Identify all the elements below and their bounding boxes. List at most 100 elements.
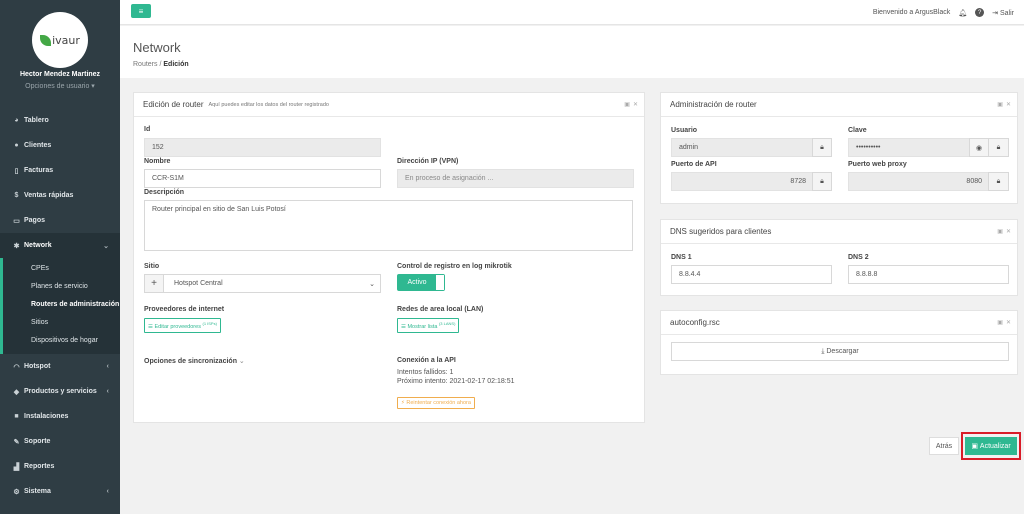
- retry-connection-label: Reintentar conexión ahora: [406, 400, 471, 406]
- close-icon[interactable]: ✕: [1006, 319, 1011, 326]
- description-label: Descripción: [144, 189, 185, 196]
- leaf-icon: [40, 34, 52, 46]
- eye-icon[interactable]: ◉: [969, 138, 989, 157]
- retry-connection-button[interactable]: ⚡︎ Reintentar conexión ahora: [397, 397, 475, 409]
- breadcrumb-routers[interactable]: Routers: [133, 61, 158, 68]
- page-header: Network Routers / Edición: [120, 26, 1024, 78]
- sidebar-item-hotspot[interactable]: ◠ Hotspot ‹: [0, 354, 120, 379]
- log-control-label: Control de registro en log mikrotik: [397, 263, 512, 270]
- logo: ivaur: [32, 12, 88, 68]
- show-lan-list-button[interactable]: ☰ Mostrar lista (3 LANS): [397, 318, 460, 333]
- breadcrumb-current: Edición: [163, 61, 189, 68]
- name-field[interactable]: CCR-S1M: [144, 169, 381, 188]
- logo-text: ivaur: [52, 33, 80, 47]
- lan-label: Redes de area local (LAN): [397, 306, 484, 313]
- bell-icon[interactable]: 🔔︎: [958, 9, 967, 17]
- close-icon[interactable]: ✕: [1006, 101, 1011, 108]
- panel-tools: ▣ ✕: [997, 319, 1011, 326]
- save-icon[interactable]: ▣: [624, 101, 630, 108]
- sidebar-item-productos[interactable]: ◆ Productos y servicios ‹: [0, 379, 120, 404]
- update-button[interactable]: ▣ Actualizar: [965, 437, 1017, 455]
- sidebar-item-ventas[interactable]: $ Ventas rápidas: [0, 183, 120, 208]
- panel-tools: ▣ ✕: [997, 101, 1011, 108]
- user-name: Hector Mendez Martinez: [19, 71, 101, 78]
- back-button[interactable]: Atrás: [929, 437, 959, 455]
- add-site-button[interactable]: +: [144, 274, 164, 293]
- user-label: Usuario: [671, 127, 698, 134]
- dns1-label: DNS 1: [671, 254, 692, 261]
- sidebar-item-network[interactable]: ✱ Network ⌄: [0, 233, 120, 258]
- download-label: Descargar: [826, 348, 859, 355]
- site-select-value: Hotspot Central: [174, 280, 223, 287]
- panel-title: DNS sugeridos para clientes: [670, 227, 772, 236]
- bolt-icon: ⚡︎: [401, 400, 405, 406]
- sidebar-item-tablero[interactable]: ◕ Tablero: [0, 108, 120, 133]
- sidebar-item-instalaciones[interactable]: ■ Instalaciones: [0, 404, 120, 429]
- sidebar-subitem-dispositivos[interactable]: Dispositivos de hogar: [3, 332, 120, 350]
- save-icon[interactable]: ▣: [997, 319, 1003, 326]
- menu-toggle-button[interactable]: ≡: [131, 4, 151, 18]
- panel-tools: ▣ ✕: [997, 228, 1011, 235]
- money-icon: ▭: [13, 217, 20, 225]
- sidebar-subitem-planes[interactable]: Planes de servicio: [3, 278, 120, 296]
- download-button[interactable]: ⤓ Descargar: [671, 342, 1009, 361]
- ip-field: En proceso de asignación ...: [397, 169, 634, 188]
- lock-icon: 🔒︎: [812, 172, 832, 191]
- chevron-down-icon: ⌄: [369, 280, 375, 288]
- file-icon: ▯: [14, 167, 19, 175]
- sidebar-item-label: Hotspot: [24, 363, 51, 370]
- api-next-attempt: Próximo intento: 2021-02-17 02:18:51: [397, 378, 515, 385]
- sidebar-item-facturas[interactable]: ▯ Facturas: [0, 158, 120, 183]
- help-icon[interactable]: ?: [975, 8, 985, 17]
- chevron-down-icon: ⌄: [103, 242, 109, 250]
- dollar-icon: $: [14, 192, 19, 199]
- edit-providers-button[interactable]: ☰ Editar proveedores (1 ISPs): [144, 318, 221, 333]
- sidebar-item-reportes[interactable]: ▟ Reportes: [0, 454, 120, 479]
- ip-label: Dirección IP (VPN): [397, 158, 459, 165]
- close-icon[interactable]: ✕: [1006, 228, 1011, 235]
- panel-subtitle: Aquí puedes editar los datos del router …: [208, 101, 329, 108]
- sidebar-item-label: Reportes: [24, 463, 55, 470]
- sidebar-item-clientes[interactable]: ● Clientes: [0, 133, 120, 158]
- panel-header: autoconfig.rsc ▣ ✕: [661, 311, 1017, 335]
- panel-tools: ▣ ✕: [624, 101, 638, 108]
- sidebar-subitem-routers[interactable]: Routers de administración: [3, 296, 120, 314]
- dns-panel: DNS sugeridos para clientes ▣ ✕: [660, 219, 1018, 296]
- sidebar-subitem-cpes[interactable]: CPEs: [3, 260, 120, 278]
- logout-icon: ⇥: [992, 9, 999, 17]
- edit-providers-label: Editar proveedores: [154, 323, 201, 330]
- plus-icon: +: [151, 278, 157, 289]
- cube-icon: ◆: [13, 388, 20, 396]
- chevron-left-icon: ‹: [106, 363, 109, 370]
- download-icon: ⤓: [821, 347, 825, 355]
- site-select[interactable]: Hotspot Central ⌄: [163, 274, 381, 293]
- dns2-field[interactable]: 8.8.8.8: [848, 265, 1009, 284]
- log-toggle[interactable]: Activo: [397, 274, 445, 291]
- logout-link[interactable]: ⇥ Salir: [992, 9, 1014, 17]
- sidebar-nav: ◕ Tablero ● Clientes ▯ Facturas $ Ventas ráp…: [0, 108, 120, 504]
- sidebar-item-sistema[interactable]: ⚙ Sistema ‹: [0, 479, 120, 504]
- list-icon: ☰: [401, 323, 406, 330]
- toggle-knob: [436, 275, 444, 290]
- sidebar-item-soporte[interactable]: ✎ Soporte: [0, 429, 120, 454]
- update-label: Actualizar: [979, 442, 1011, 450]
- toggle-on-label: Activo: [398, 275, 436, 290]
- sync-options-dropdown[interactable]: Opciones de sincronización ⌄: [144, 357, 245, 365]
- truck-icon: ■: [14, 413, 19, 420]
- providers-count: (1 ISPs): [202, 321, 217, 326]
- description-textarea[interactable]: Router principal en sitio de San Luis Po…: [144, 200, 633, 251]
- sidebar-item-pagos[interactable]: ▭ Pagos: [0, 208, 120, 233]
- save-icon[interactable]: ▣: [997, 228, 1003, 235]
- proxy-port-label: Puerto web proxy: [848, 161, 907, 168]
- sidebar-item-label: Tablero: [24, 117, 49, 124]
- close-icon[interactable]: ✕: [633, 101, 638, 108]
- dns1-field[interactable]: 8.8.4.4: [671, 265, 832, 284]
- user-options-dropdown[interactable]: Opciones de usuario ▾: [0, 82, 120, 90]
- chevron-left-icon: ‹: [106, 388, 109, 395]
- wifi-icon: ◠: [13, 363, 20, 371]
- sidebar-subitem-sitios[interactable]: Sitios: [3, 314, 120, 332]
- password-field: ••••••••••: [848, 138, 970, 157]
- save-icon[interactable]: ▣: [997, 101, 1003, 108]
- topbar: ≡ Bienvenido a ArgusBlack 🔔︎ ? ⇥ Salir: [120, 0, 1024, 25]
- sidebar-item-label: Pagos: [24, 217, 46, 224]
